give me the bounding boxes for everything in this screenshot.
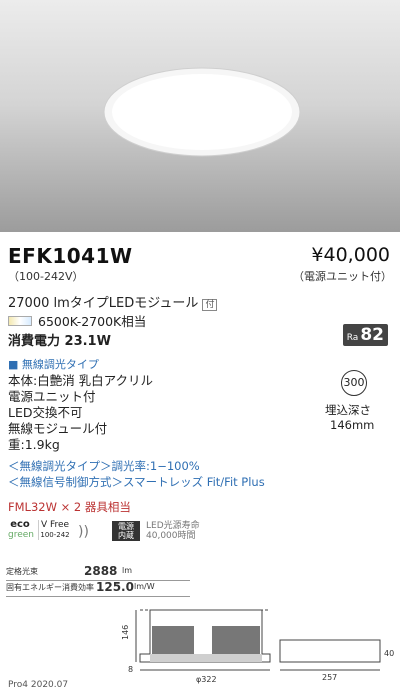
color-temp-row: 6500K-2700K相当 xyxy=(8,311,146,330)
life-line1: LED光源寿命 xyxy=(146,521,200,531)
eco-badge: eco green xyxy=(8,519,34,541)
power-bottom: 内蔵 xyxy=(118,531,134,540)
voltage: （100-242V） xyxy=(8,270,84,283)
fml-equivalent: FML32W × 2 器具相当 xyxy=(8,500,131,514)
color-temp: 6500K-2700K相当 xyxy=(38,314,147,329)
vfree-badge: V Free 100-242 xyxy=(38,520,71,540)
row1-unit: lm xyxy=(122,566,133,575)
spec-line: 無線モジュール付 xyxy=(8,421,108,436)
table-row: 定格光束 2888 lm xyxy=(6,564,190,581)
dimming-type: ■ 無線調光タイプ xyxy=(8,358,99,371)
product-photo xyxy=(0,0,400,232)
depth-value: 146mm xyxy=(330,418,375,432)
depth-label: 埋込深さ xyxy=(325,403,371,417)
power-builtin-badge: 電源 内蔵 xyxy=(112,521,140,541)
ra-badge: Ra 82 xyxy=(342,324,388,346)
dim-height: 146 xyxy=(121,625,130,640)
dimming-range: ＜無線調光タイプ＞調光率:1−100% xyxy=(8,459,200,473)
dim-small: 8 xyxy=(128,665,133,674)
signal-method: ＜無線信号制御方式＞スマートレッズ Fit/Fit Plus xyxy=(8,475,265,489)
vfree-bottom: 100-242 xyxy=(40,531,70,539)
color-temp-swatch xyxy=(8,315,32,326)
row2-value: 125.0 xyxy=(96,580,134,594)
life-badge: LED光源寿命 40,000時間 xyxy=(146,521,200,541)
power: 消費電力 23.1W xyxy=(8,334,111,349)
module-line: 27000 lmタイプLEDモジュール 付 xyxy=(8,292,218,311)
module-tag: 付 xyxy=(202,299,218,311)
wireless-icon: )) xyxy=(78,524,89,540)
dim-diameter: φ322 xyxy=(196,675,217,684)
spec-line: 電源ユニット付 xyxy=(8,389,96,404)
row2-label: 固有エネルギー消費効率 xyxy=(6,583,94,592)
ra-label: Ra xyxy=(346,333,359,343)
spec-list: 本体:白艶消 乳白アクリル 電源ユニット付 LED交換不可 無線モジュール付 重… xyxy=(8,373,153,453)
dim-length: 257 xyxy=(322,673,337,682)
vfree-top: V Free xyxy=(40,520,70,530)
table-row: 固有エネルギー消費効率 125.0 lm/W xyxy=(6,580,190,597)
row2-unit: lm/W xyxy=(134,582,155,591)
module-text: 27000 lmタイプLEDモジュール xyxy=(8,296,199,311)
hole-size-circle: 300 xyxy=(341,370,367,396)
downlight-illustration xyxy=(103,67,301,157)
eco-top: eco xyxy=(10,519,30,530)
dim-right: 40 xyxy=(384,649,394,658)
spec-line: 本体:白艶消 乳白アクリル xyxy=(8,373,154,388)
eco-bottom: green xyxy=(8,530,34,540)
row1-value: 2888 xyxy=(84,564,118,578)
life-line2: 40,000時間 xyxy=(146,531,196,541)
power-top: 電源 xyxy=(118,522,134,531)
spec-line: LED交換不可 xyxy=(8,405,83,420)
price-note: （電源ユニット付） xyxy=(293,270,392,283)
ra-value: 82 xyxy=(360,325,384,345)
spec-line: 重:1.9kg xyxy=(8,437,60,452)
model-number: EFK1041W xyxy=(8,244,133,268)
price: ¥40,000 xyxy=(311,244,390,266)
footer-version: Pro4 2020.07 xyxy=(8,680,69,690)
row1-label: 定格光束 xyxy=(6,567,38,576)
